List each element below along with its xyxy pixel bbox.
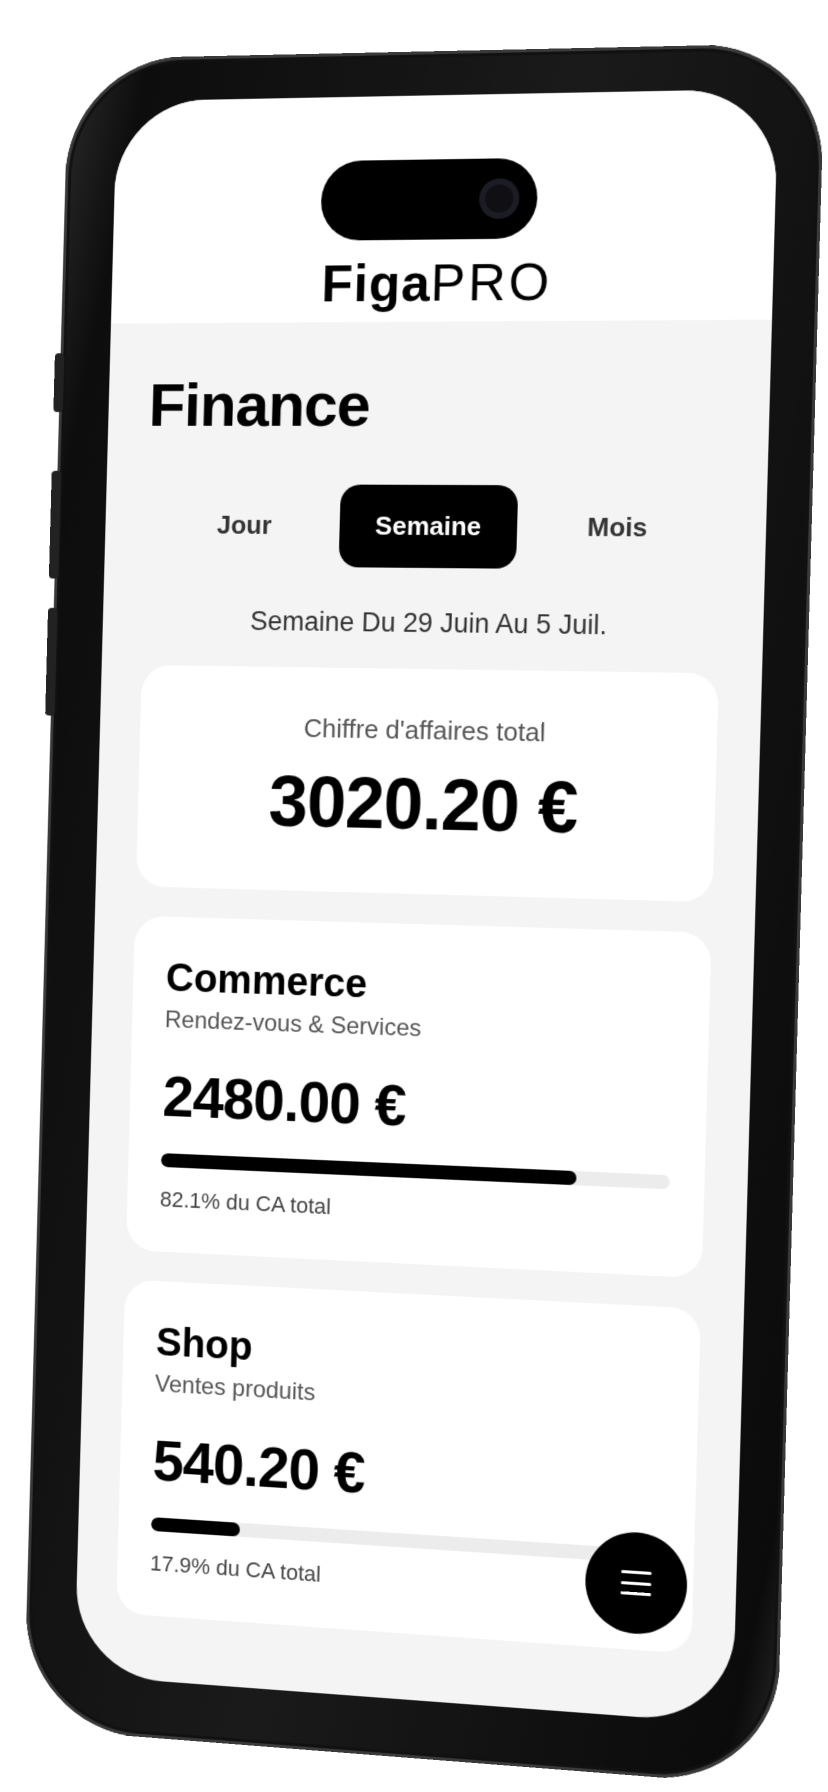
front-camera-icon <box>478 178 520 219</box>
total-revenue-label: Chiffre d'affaires total <box>303 713 546 748</box>
commerce-share-fill <box>160 1153 577 1186</box>
tab-mois[interactable]: Mois <box>552 489 683 566</box>
shop-share-fill <box>150 1517 241 1537</box>
commerce-card[interactable]: Commerce Rendez-vous & Services 2480.00 … <box>125 915 712 1279</box>
page-title: Finance <box>148 370 371 440</box>
shop-share-label: 17.9% du CA total <box>149 1550 322 1587</box>
period-tabs: Jour Semaine Mois <box>145 484 725 571</box>
brand-logo-light: PRO <box>430 253 554 313</box>
total-revenue-card: Chiffre d'affaires total 3020.20 € <box>135 664 719 903</box>
device-mockup: FigaPRO Finance Jour Semaine Mois Semain… <box>0 0 828 1792</box>
commerce-amount: 2480.00 € <box>161 1064 407 1139</box>
tab-jour[interactable]: Jour <box>183 488 306 563</box>
shop-amount: 540.20 € <box>151 1428 366 1506</box>
commerce-share-bar <box>160 1153 670 1190</box>
phone-screen: FigaPRO Finance Jour Semaine Mois Semain… <box>74 88 779 1725</box>
main-content: Finance Jour Semaine Mois Semaine Du 29 … <box>74 320 772 1724</box>
brand-logo-bold: Figa <box>320 254 432 314</box>
total-revenue-amount: 3020.20 € <box>267 762 579 849</box>
brand-logo: FigaPRO <box>111 250 774 316</box>
tab-semaine[interactable]: Semaine <box>338 484 519 569</box>
dynamic-island <box>320 157 539 241</box>
app-header: FigaPRO <box>110 88 779 324</box>
period-label: Semaine Du 29 Juin Au 5 Juil. <box>249 606 608 641</box>
menu-icon <box>620 1569 652 1597</box>
commerce-share-label: 82.1% du CA total <box>159 1186 332 1220</box>
volume-up-button <box>48 470 62 579</box>
action-button <box>53 353 65 413</box>
volume-down-button <box>45 607 58 716</box>
phone-frame: FigaPRO Finance Jour Semaine Mois Semain… <box>23 42 826 1787</box>
